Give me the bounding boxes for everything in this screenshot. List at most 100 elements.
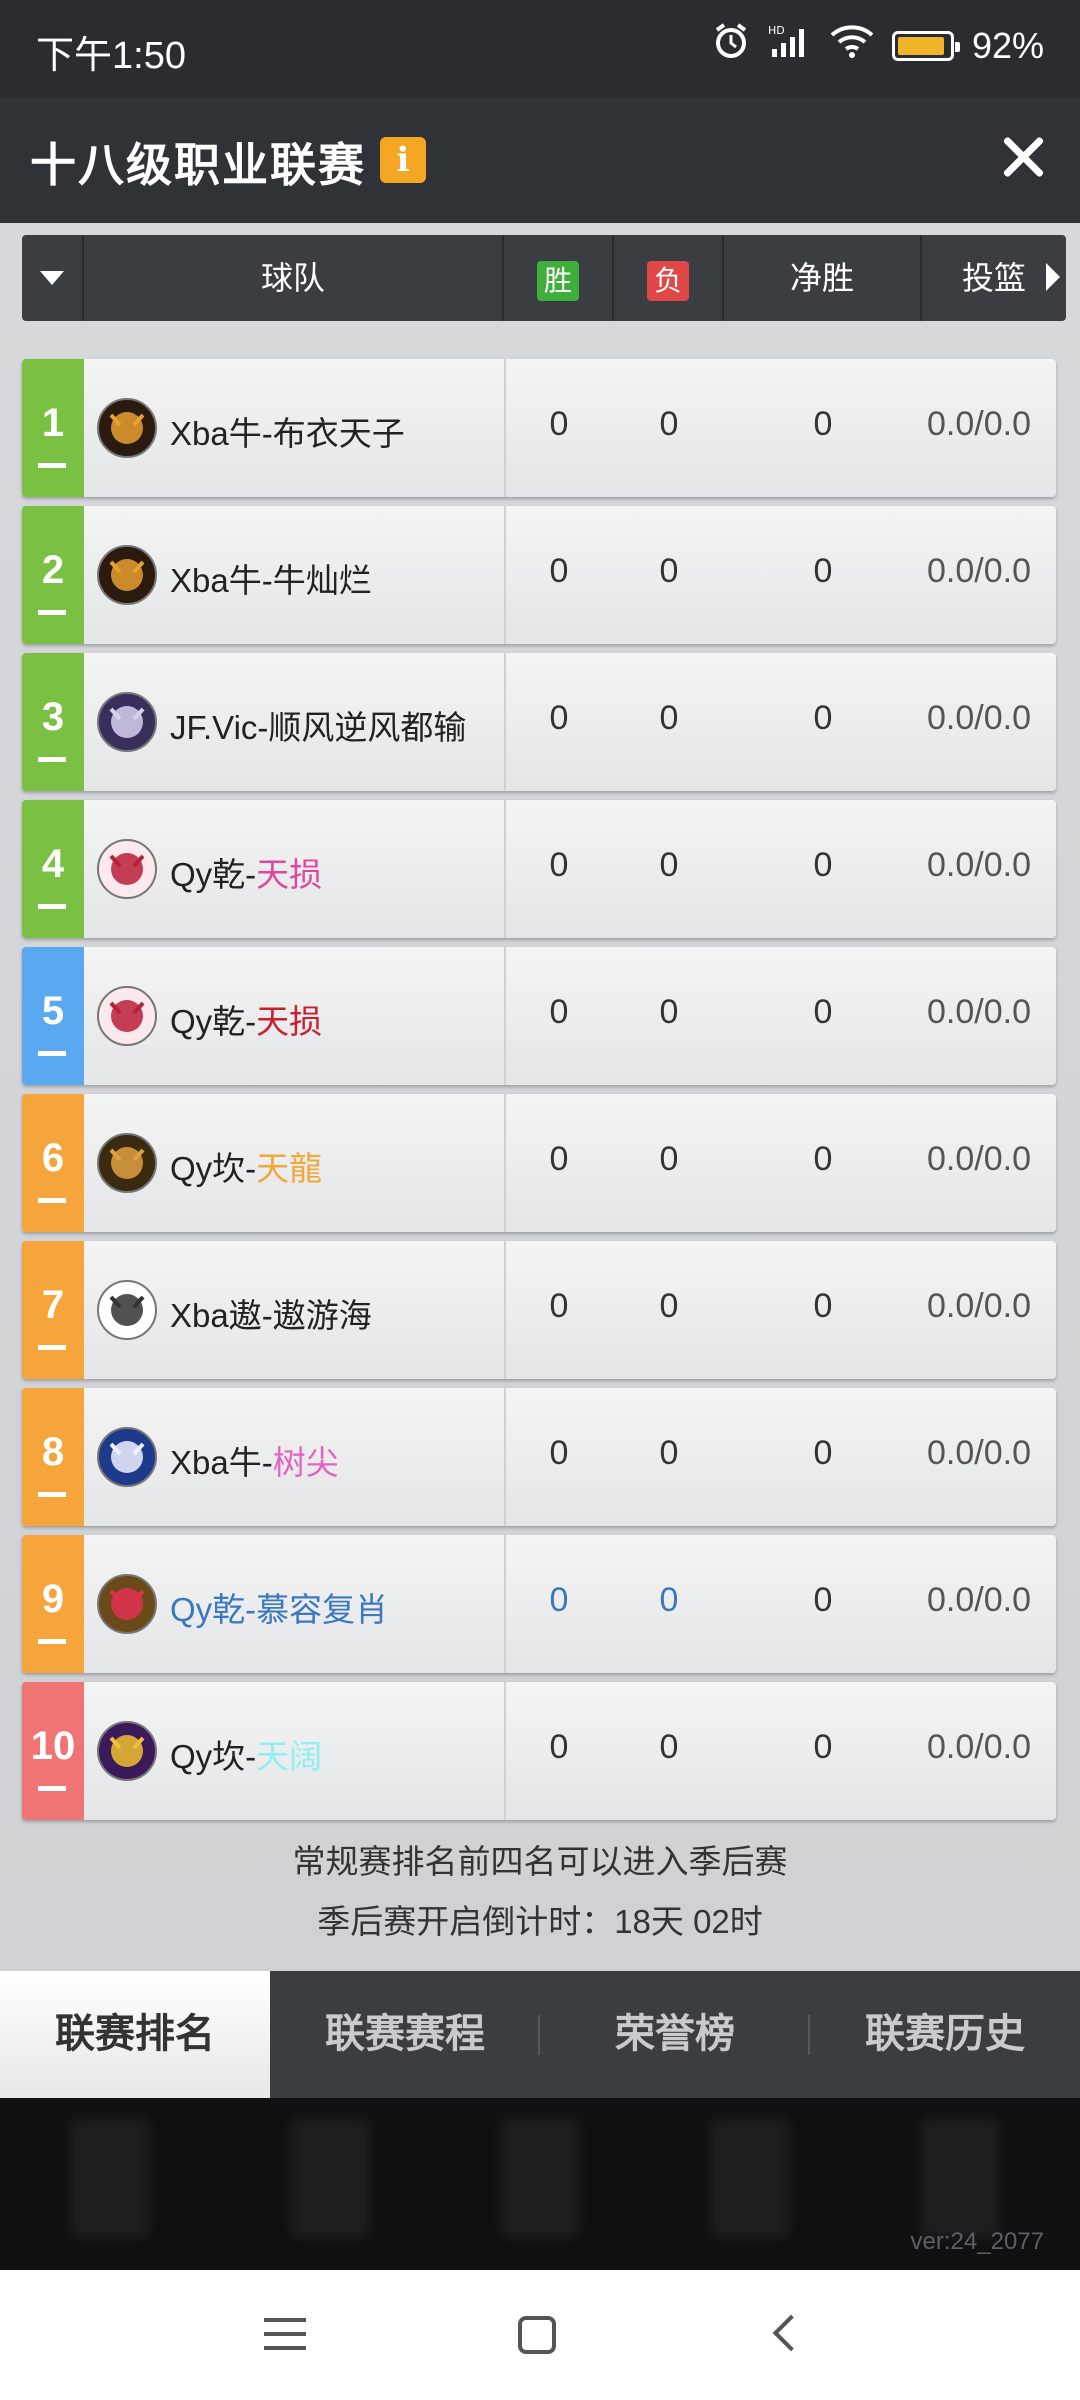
rank-trend-icon xyxy=(38,1345,66,1350)
tab-honors[interactable]: 荣誉榜 xyxy=(540,1971,810,2098)
shooting-value: 0.0/0.0 xyxy=(927,846,1031,884)
tab-schedule[interactable]: 联赛赛程 xyxy=(270,1971,540,2098)
team-name-prefix: Xba牛-布衣天子 xyxy=(170,415,405,452)
losses-value: 0 xyxy=(659,405,679,443)
table-row[interactable]: 10 Qy坎-天阔 0 0 0 0.0/0.0 xyxy=(22,1682,1056,1820)
rank-trend-icon xyxy=(38,1492,66,1497)
team-name: Qy乾-天损 xyxy=(170,995,322,1043)
shooting-value: 0.0/0.0 xyxy=(927,552,1031,590)
game-footer-background: ver:24_2077 xyxy=(0,2098,1080,2270)
status-icons: HD 92% xyxy=(712,22,1044,69)
wolf-logo xyxy=(97,1721,157,1781)
rank-badge: 4 xyxy=(22,800,84,938)
dog-logo xyxy=(97,1133,157,1193)
shooting-value: 0.0/0.0 xyxy=(927,1728,1031,1766)
table-row[interactable]: 1 Xba牛-布衣天子 0 0 0 0.0/0.0 xyxy=(22,359,1056,497)
tab-standings[interactable]: 联赛排名 xyxy=(0,1971,270,2098)
losses-value: 0 xyxy=(659,699,679,737)
home-icon[interactable] xyxy=(518,2316,556,2354)
losses-value: 0 xyxy=(659,993,679,1031)
rank-trend-icon xyxy=(38,463,66,468)
team-name: Xba牛-布衣天子 xyxy=(170,407,405,455)
net-wins-value: 0 xyxy=(813,846,833,884)
team-name-prefix: Qy坎- xyxy=(170,1150,257,1187)
column-win[interactable]: 胜 xyxy=(504,235,614,321)
team-name: Xba遨-遨游海 xyxy=(170,1289,372,1337)
wins-value: 0 xyxy=(549,405,569,443)
spartan-logo xyxy=(97,1280,157,1340)
rank-badge: 2 xyxy=(22,506,84,644)
shooting-value: 0.0/0.0 xyxy=(927,1287,1031,1325)
column-shot-label: 投篮 xyxy=(962,260,1027,296)
net-wins-value: 0 xyxy=(813,1728,833,1766)
team-name-prefix: Xba牛-牛灿烂 xyxy=(170,562,372,599)
menu-icon[interactable] xyxy=(264,2318,306,2352)
version-label: ver:24_2077 xyxy=(910,2228,1044,2255)
ball-logo xyxy=(97,1574,157,1634)
playoff-note: 常规赛排名前四名可以进入季后赛 xyxy=(292,1843,788,1880)
team-name: Qy乾-天损 xyxy=(170,848,322,896)
wins-value: 0 xyxy=(549,846,569,884)
wifi-icon xyxy=(830,23,874,68)
status-bar: 下午1:50 HD 92% xyxy=(0,0,1080,97)
table-row[interactable]: 7 Xba遨-遨游海 0 0 0 0.0/0.0 xyxy=(22,1241,1056,1379)
alarm-icon xyxy=(712,22,750,69)
team-name: Xba牛-树尖 xyxy=(170,1436,339,1484)
team-name-suffix: 天损 xyxy=(256,856,323,893)
blurred-element xyxy=(920,2118,1000,2238)
rank-number: 7 xyxy=(41,1283,65,1327)
dragon-logo xyxy=(97,986,157,1046)
signal-icon: HD xyxy=(768,23,812,68)
rank-trend-icon xyxy=(38,1198,66,1203)
blurred-element xyxy=(70,2118,150,2238)
rank-trend-icon xyxy=(38,1051,66,1056)
table-row[interactable]: 2 Xba牛-牛灿烂 0 0 0 0.0/0.0 xyxy=(22,506,1056,644)
table-row[interactable]: 5 Qy乾-天损 0 0 0 0.0/0.0 xyxy=(22,947,1056,1085)
wins-value: 0 xyxy=(549,1140,569,1178)
scroll-right-icon[interactable] xyxy=(1046,263,1060,291)
win-tag: 胜 xyxy=(537,260,579,301)
wins-value: 0 xyxy=(549,1581,569,1619)
rank-number: 9 xyxy=(41,1577,65,1621)
column-shot[interactable]: 投篮 xyxy=(922,235,1066,321)
app-header: 十八级职业联赛 i xyxy=(0,97,1080,223)
back-icon[interactable] xyxy=(772,2314,810,2352)
table-row[interactable]: 8 Xba牛-树尖 0 0 0 0.0/0.0 xyxy=(22,1388,1056,1526)
sort-dropdown-icon[interactable] xyxy=(22,235,84,321)
team-name-prefix: JF.Vic-顺风逆风都输 xyxy=(170,709,467,746)
rank-number: 5 xyxy=(41,989,65,1033)
column-loss[interactable]: 负 xyxy=(614,235,724,321)
table-row[interactable]: 4 Qy乾-天损 0 0 0 0.0/0.0 xyxy=(22,800,1056,938)
team-name: Qy坎-天龍 xyxy=(170,1142,322,1190)
team-name-prefix: Qy坎- xyxy=(170,1738,257,1775)
rank-trend-icon xyxy=(38,1639,66,1644)
shooting-value: 0.0/0.0 xyxy=(927,699,1031,737)
team-name: Qy坎-天阔 xyxy=(170,1730,322,1778)
system-navigation-bar xyxy=(0,2270,1080,2400)
net-wins-value: 0 xyxy=(813,1434,833,1472)
wins-value: 0 xyxy=(549,1728,569,1766)
table-row[interactable]: 9 Qy乾-慕容复肖 0 0 0 0.0/0.0 xyxy=(22,1535,1056,1673)
tab-label: 联赛历史 xyxy=(865,2012,1025,2056)
table-row[interactable]: 3 JF.Vic-顺风逆风都输 0 0 0 0.0/0.0 xyxy=(22,653,1056,791)
blurred-element xyxy=(290,2118,370,2238)
close-button[interactable] xyxy=(992,127,1052,187)
info-icon[interactable]: i xyxy=(380,137,426,183)
tab-history[interactable]: 联赛历史 xyxy=(810,1971,1080,2098)
rank-number: 1 xyxy=(41,401,65,445)
team-name-prefix: Qy乾- xyxy=(170,1003,257,1040)
svg-text:HD: HD xyxy=(768,24,785,37)
shooting-value: 0.0/0.0 xyxy=(927,1434,1031,1472)
playoff-countdown: 季后赛开启倒计时：18天 02时 xyxy=(317,1903,763,1940)
status-time: 下午1:50 xyxy=(36,35,186,77)
column-net[interactable]: 净胜 xyxy=(724,235,922,321)
wins-value: 0 xyxy=(549,1434,569,1472)
rank-number: 8 xyxy=(41,1430,65,1474)
wins-value: 0 xyxy=(549,993,569,1031)
losses-value: 0 xyxy=(659,846,679,884)
net-wins-value: 0 xyxy=(813,1581,833,1619)
rank-badge: 8 xyxy=(22,1388,84,1526)
table-row[interactable]: 6 Qy坎-天龍 0 0 0 0.0/0.0 xyxy=(22,1094,1056,1232)
rank-trend-icon xyxy=(38,1786,66,1791)
team-name-suffix: 树尖 xyxy=(272,1444,339,1481)
